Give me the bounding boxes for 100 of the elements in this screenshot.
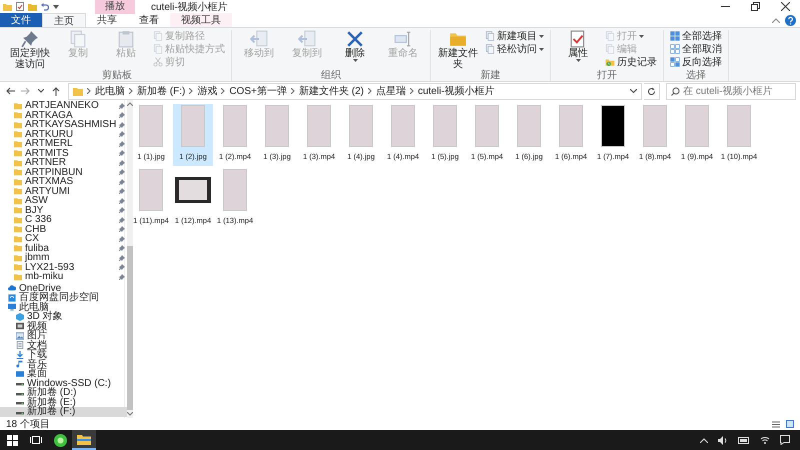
sidebar-item[interactable]: LYX21-593 bbox=[0, 262, 128, 272]
ribbon-tab[interactable]: 查看 bbox=[128, 13, 170, 27]
file-explorer-taskbar-button[interactable] bbox=[72, 430, 96, 450]
ribbon-button[interactable]: 历史记录 bbox=[603, 56, 659, 68]
help-icon[interactable] bbox=[785, 14, 796, 26]
dropdown-icon[interactable] bbox=[630, 89, 637, 93]
breadcrumb[interactable]: 新加卷 (F:) bbox=[137, 84, 186, 98]
properties-icon bbox=[569, 30, 587, 48]
wifi-icon[interactable] bbox=[760, 436, 770, 444]
battery-icon[interactable] bbox=[738, 436, 750, 444]
large-icons-view-icon[interactable] bbox=[786, 420, 794, 428]
sidebar-item[interactable]: BJY bbox=[0, 206, 128, 215]
collapse-ribbon-icon[interactable] bbox=[772, 18, 780, 22]
sidebar-item[interactable]: 新加卷 (E:) bbox=[0, 398, 128, 407]
sidebar-item[interactable]: ARTMITS bbox=[0, 148, 128, 158]
photo-placeholder bbox=[181, 105, 205, 147]
breadcrumb[interactable]: 新建文件夹 (2) bbox=[298, 84, 364, 98]
arrow-right-icon bbox=[21, 87, 30, 95]
breadcrumb[interactable]: 此电脑 bbox=[95, 84, 125, 98]
ribbon-button[interactable]: 反向选择 bbox=[668, 56, 724, 68]
sidebar-item[interactable]: 文档 bbox=[0, 340, 128, 350]
clipboard-icon bbox=[117, 30, 135, 48]
caret-icon bbox=[539, 48, 544, 50]
ribbon-button[interactable]: 删除 bbox=[332, 30, 378, 62]
sidebar-item[interactable]: 桌面 bbox=[0, 369, 128, 378]
sidebar-item[interactable]: 此电脑 bbox=[0, 302, 128, 312]
address-field[interactable]: 此电脑 新加卷 (F:) 游戏 COS+第一弹 新建文件夹 (2) 点星瑞 cuteli-视频小框片 bbox=[68, 82, 642, 100]
sidebar-item[interactable]: 音乐 bbox=[0, 360, 128, 369]
photo-placeholder bbox=[643, 105, 667, 147]
item-count: 18 个项目 bbox=[6, 418, 50, 431]
sidebar-item[interactable]: ARTYUMI bbox=[0, 186, 128, 196]
breadcrumb[interactable]: 点星瑞 bbox=[376, 84, 406, 98]
breadcrumb[interactable]: 游戏 bbox=[197, 84, 218, 98]
undo-icon[interactable] bbox=[41, 2, 49, 10]
ribbon-button[interactable]: 全部取消 bbox=[668, 43, 724, 55]
ribbon-tab[interactable]: 共享 bbox=[86, 13, 128, 27]
scissors-icon bbox=[153, 57, 163, 67]
sidebar-item[interactable]: ARTNER bbox=[0, 158, 128, 168]
pin-icon bbox=[119, 236, 126, 242]
ribbon-button[interactable]: 全部选择 bbox=[668, 30, 724, 42]
sidebar-item[interactable]: ARTKAYSASHMISH bbox=[0, 120, 128, 130]
photo-placeholder bbox=[139, 169, 163, 211]
music-note-icon bbox=[16, 360, 24, 368]
sidebar-item[interactable]: fuliba bbox=[0, 244, 128, 253]
video-thumbnail bbox=[175, 177, 211, 203]
sidebar-item[interactable]: ARTXMAS bbox=[0, 177, 128, 186]
notification-icon[interactable] bbox=[780, 435, 790, 445]
photo-placeholder bbox=[685, 105, 709, 147]
sidebar-item[interactable]: CHB bbox=[0, 224, 128, 234]
breadcrumb[interactable]: cuteli-视频小框片 bbox=[418, 84, 495, 98]
sidebar-item[interactable]: ARTKURU bbox=[0, 130, 128, 139]
sidebar-item[interactable]: ARTPINBUN bbox=[0, 168, 128, 177]
sidebar-item[interactable]: C 336 bbox=[0, 215, 128, 224]
sidebar-item[interactable]: 下载 bbox=[0, 350, 128, 360]
ribbon-tab[interactable]: 视频工具 bbox=[170, 13, 232, 27]
sidebar-item[interactable]: jbmm bbox=[0, 253, 128, 262]
sidebar-item[interactable]: ARTKAGA bbox=[0, 110, 128, 120]
properties-icon[interactable] bbox=[16, 2, 24, 11]
speaker-icon[interactable] bbox=[718, 436, 728, 444]
refresh-button[interactable] bbox=[644, 82, 660, 100]
sidebar-item[interactable]: 图片 bbox=[0, 331, 128, 340]
scrollbar[interactable] bbox=[127, 100, 134, 418]
sidebar-item[interactable]: 百度网盘同步空间 bbox=[0, 293, 128, 302]
ribbon-tab[interactable]: 文件 bbox=[0, 13, 42, 27]
ribbon-button[interactable]: 新建项目 bbox=[483, 30, 546, 42]
sidebar-item[interactable]: OneDrive bbox=[0, 284, 128, 293]
sidebar-item[interactable]: 新加卷 (D:) bbox=[0, 388, 128, 398]
pin-icon bbox=[119, 131, 126, 138]
sidebar-item[interactable]: 3D 对象 bbox=[0, 312, 128, 322]
photo-placeholder bbox=[559, 105, 583, 147]
sidebar-item[interactable]: ARTMERL bbox=[0, 139, 128, 148]
sidebar-item[interactable]: ARTJEANNEKO bbox=[0, 101, 128, 110]
download-icon bbox=[16, 350, 24, 359]
search-field[interactable]: 在 cuteli-视频小框片 bbox=[666, 82, 796, 100]
folder-icon bbox=[3, 2, 12, 10]
chevron-right-icon bbox=[221, 88, 226, 94]
sidebar-item[interactable]: mb-miku bbox=[0, 272, 128, 282]
sidebar-item[interactable]: CX bbox=[0, 234, 128, 244]
ribbon-tab[interactable]: 主页 bbox=[42, 13, 86, 27]
ribbon-button[interactable]: 属性 bbox=[555, 30, 601, 62]
refresh-icon bbox=[647, 86, 656, 96]
caret-icon[interactable] bbox=[53, 4, 59, 8]
ribbon-button[interactable]: 新建文件夹 bbox=[435, 30, 481, 70]
details-view-icon[interactable] bbox=[772, 420, 780, 428]
ribbon-button[interactable]: 轻松访问 bbox=[483, 43, 546, 55]
photo-placeholder bbox=[475, 105, 499, 147]
photo-placeholder bbox=[727, 105, 751, 147]
ribbon-button[interactable]: 固定到快速访问 bbox=[7, 30, 53, 70]
group-label: 剪贴板 bbox=[101, 70, 133, 81]
computer-icon bbox=[8, 303, 16, 312]
sidebar-item[interactable]: ASW bbox=[0, 196, 128, 206]
breadcrumb[interactable]: COS+第一弹 bbox=[229, 84, 287, 98]
sidebar-item[interactable]: 视频 bbox=[0, 322, 128, 331]
group-label: 新建 bbox=[480, 70, 502, 81]
close-icon bbox=[780, 2, 790, 11]
sidebar-item[interactable]: Windows-SSD (C:) bbox=[0, 378, 128, 388]
caret-icon bbox=[639, 34, 644, 38]
chevron-up-icon[interactable] bbox=[700, 438, 708, 442]
rename-icon bbox=[394, 30, 412, 48]
sidebar-item[interactable]: 新加卷 (F:) bbox=[0, 407, 128, 416]
